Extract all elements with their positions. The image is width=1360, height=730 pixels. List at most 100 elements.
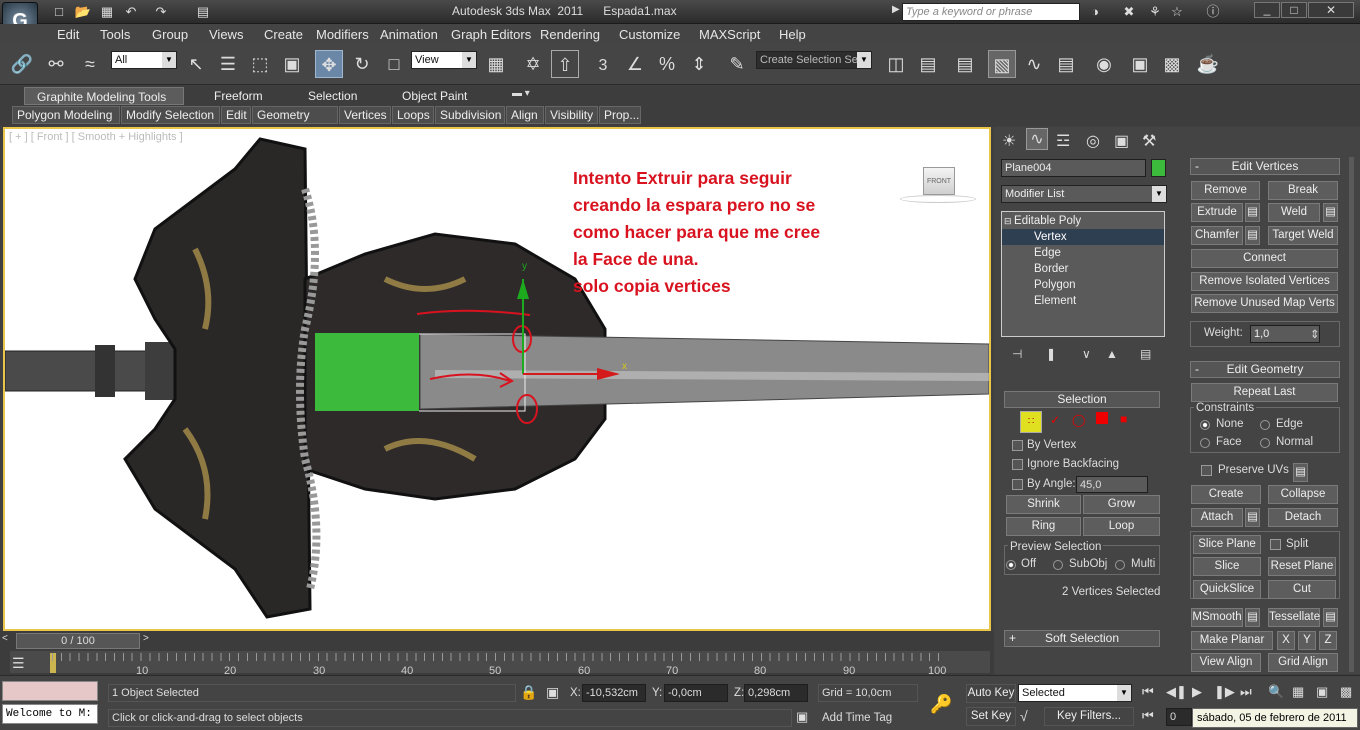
loop-button[interactable]: Loop <box>1083 517 1160 536</box>
x-coordinate-field[interactable]: -10,532cm <box>582 684 646 702</box>
ribbon-panel-edit[interactable]: Edit <box>221 106 251 124</box>
set-key-button[interactable]: Set Key <box>966 707 1016 726</box>
select-by-name-icon[interactable]: ☰ <box>214 50 242 78</box>
panel-scrollbar[interactable] <box>1349 157 1354 672</box>
snaps-toggle-icon[interactable]: 3 <box>589 50 617 78</box>
quickslice-button[interactable]: QuickSlice <box>1193 580 1261 599</box>
menu-create[interactable]: Create <box>262 24 303 45</box>
object-name-field[interactable]: Plane004 <box>1001 159 1146 177</box>
subscription-icon[interactable]: ✖ <box>1120 3 1138 21</box>
minimize-button[interactable]: _ <box>1254 2 1280 18</box>
weight-spinner-arrows[interactable]: ⇕ <box>1310 327 1320 341</box>
time-slider[interactable]: 0 / 100 <box>16 633 140 649</box>
chamfer-button[interactable]: Chamfer <box>1191 226 1243 245</box>
ribbon-tab-graphite[interactable]: Graphite Modeling Tools <box>24 87 184 105</box>
tessellate-settings-button[interactable]: ▤ <box>1323 608 1338 627</box>
preview-subobj-radio[interactable] <box>1053 560 1063 570</box>
absolute-mode-icon[interactable]: ▣ <box>546 684 559 701</box>
preview-multi-radio[interactable] <box>1115 560 1125 570</box>
key-filters-button[interactable]: Key Filters... <box>1044 707 1134 726</box>
create-panel-icon[interactable]: ☀ <box>1002 131 1016 151</box>
by-vertex-checkbox[interactable] <box>1012 440 1023 451</box>
set-key-filter-icon[interactable]: √ <box>1020 708 1028 724</box>
angle-spinner[interactable]: 45,0 <box>1076 476 1148 493</box>
ribbon-panel-subdivision[interactable]: Subdivision <box>435 106 505 124</box>
remove-button[interactable]: Remove <box>1191 181 1260 200</box>
y-coordinate-field[interactable]: -0,0cm <box>664 684 728 702</box>
ribbon-panel-align[interactable]: Align <box>506 106 544 124</box>
preserve-uvs-settings-button[interactable]: ▤ <box>1293 463 1308 482</box>
shrink-button[interactable]: Shrink <box>1006 495 1081 514</box>
mirror-icon[interactable]: ◫ <box>882 50 910 78</box>
object-color-swatch[interactable] <box>1151 159 1166 177</box>
pivot-center-icon[interactable]: ▦ <box>482 50 510 78</box>
detach-button[interactable]: Detach <box>1268 508 1338 527</box>
viewcube-ring[interactable] <box>900 195 976 203</box>
current-frame-field[interactable]: 0 <box>1166 708 1192 726</box>
modifier-list-dropdown[interactable]: Modifier List ▼ <box>1001 185 1167 203</box>
attach-settings-button[interactable]: ▤ <box>1245 508 1260 527</box>
keyboard-shortcut-override-icon[interactable]: ⇧ <box>551 50 579 78</box>
stack-item-editable-poly[interactable]: ⊟ Editable Poly <box>1004 213 1162 229</box>
add-time-tag-icon[interactable]: ▣ <box>796 709 808 725</box>
select-and-move-icon[interactable]: ✥ <box>315 50 343 78</box>
rectangle-selection-icon[interactable]: ⬚ <box>246 50 274 78</box>
ribbon-tab-freeform[interactable]: Freeform <box>208 87 269 105</box>
key-mode-dropdown[interactable]: Selected ▼ <box>1018 684 1132 702</box>
select-and-scale-icon[interactable]: □ <box>380 50 408 78</box>
msmooth-settings-button[interactable]: ▤ <box>1245 608 1260 627</box>
planar-z-button[interactable]: Z <box>1319 631 1337 650</box>
help-icon[interactable]: ⓘ <box>1204 3 1222 21</box>
redo-icon[interactable]: ↷ <box>152 3 170 21</box>
viewcube[interactable]: FRONT <box>923 167 955 195</box>
menu-tools[interactable]: Tools <box>98 24 130 45</box>
connect-button[interactable]: Connect <box>1191 249 1338 268</box>
track-bar-icon[interactable]: ☰ <box>12 655 25 672</box>
constraint-edge-radio[interactable] <box>1260 420 1270 430</box>
go-to-start-icon[interactable]: ⏮ <box>1142 684 1154 700</box>
menu-maxscript[interactable]: MAXScript <box>697 24 760 45</box>
grid-align-button[interactable]: Grid Align <box>1268 653 1338 672</box>
edit-vertices-rollout-header[interactable]: - Edit Vertices <box>1190 158 1340 175</box>
stack-item-edge[interactable]: Edge <box>1034 245 1061 261</box>
collapse-button[interactable]: Collapse <box>1268 485 1338 504</box>
ignore-backfacing-checkbox[interactable] <box>1012 459 1023 470</box>
motion-panel-icon[interactable]: ◎ <box>1086 131 1100 151</box>
weld-button[interactable]: Weld <box>1268 203 1320 222</box>
bind-space-warp-icon[interactable]: ≈ <box>76 50 104 78</box>
pin-stack-icon[interactable]: ⊣ <box>1012 347 1022 361</box>
binoculars-icon[interactable]: ◑ <box>1086 3 1104 21</box>
weld-settings-button[interactable]: ▤ <box>1323 203 1338 222</box>
time-slider-prev-button[interactable]: < <box>2 633 16 649</box>
percent-snap-icon[interactable]: % <box>653 50 681 78</box>
tessellate-button[interactable]: Tessellate <box>1268 608 1320 627</box>
ribbon-tab-selection[interactable]: Selection <box>302 87 363 105</box>
remove-modifier-icon[interactable]: ▲ <box>1106 347 1118 361</box>
reference-coordinate-dropdown[interactable]: View ▼ <box>411 51 477 69</box>
menu-edit[interactable]: Edit <box>55 24 79 45</box>
material-editor-icon[interactable]: ◉ <box>1090 50 1118 78</box>
repeat-last-button[interactable]: Repeat Last <box>1191 383 1338 402</box>
break-button[interactable]: Break <box>1268 181 1338 200</box>
stack-item-vertex[interactable]: Vertex <box>1002 229 1164 245</box>
show-end-result-icon[interactable]: ❚ <box>1046 347 1056 361</box>
maxscript-listener-mini[interactable] <box>2 681 98 701</box>
edit-geometry-rollout-header[interactable]: - Edit Geometry <box>1190 361 1340 378</box>
planar-y-button[interactable]: Y <box>1298 631 1316 650</box>
modify-panel-icon[interactable]: ∿ <box>1026 128 1048 150</box>
make-planar-button[interactable]: Make Planar <box>1191 631 1273 650</box>
zoom-extents-all-icon[interactable]: ▩ <box>1340 684 1352 700</box>
select-and-rotate-icon[interactable]: ↻ <box>348 50 376 78</box>
favorites-star-icon[interactable]: ☆ <box>1168 3 1186 21</box>
angle-snap-icon[interactable]: ∠ <box>621 50 649 78</box>
select-object-icon[interactable]: ↖ <box>182 50 210 78</box>
go-to-end-icon[interactable]: ⏭ <box>1240 684 1252 700</box>
reset-plane-button[interactable]: Reset Plane <box>1268 557 1336 576</box>
rendered-frame-icon[interactable]: ▩ <box>1158 50 1186 78</box>
menu-rendering[interactable]: Rendering <box>538 24 600 45</box>
comm-center-icon[interactable]: ⚘ <box>1146 3 1164 21</box>
attach-button[interactable]: Attach <box>1191 508 1243 527</box>
view-align-button[interactable]: View Align <box>1191 653 1261 672</box>
select-and-link-icon[interactable]: 🔗 <box>8 50 36 78</box>
remove-unused-map-verts-button[interactable]: Remove Unused Map Verts <box>1191 294 1338 313</box>
